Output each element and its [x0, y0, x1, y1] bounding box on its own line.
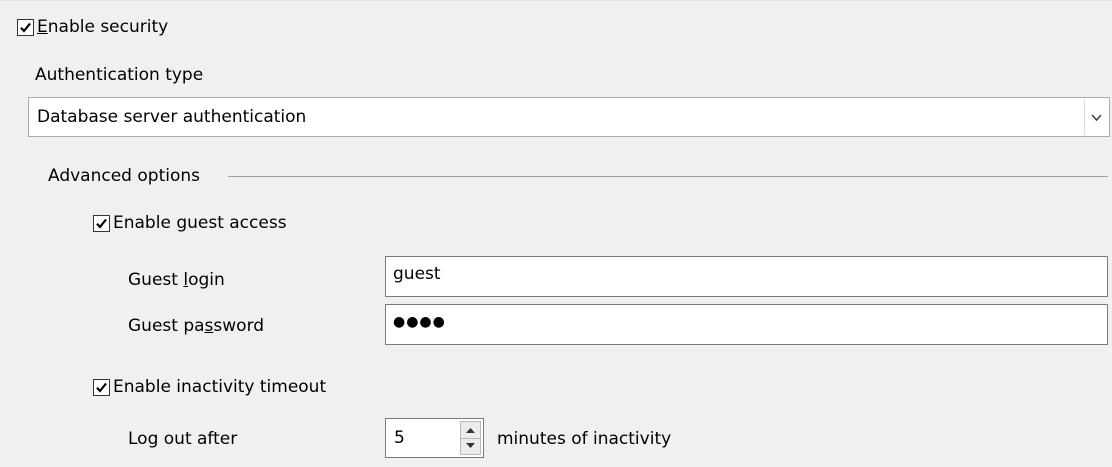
chevron-down-icon [1091, 114, 1102, 122]
log-out-after-label: Log out after [128, 429, 238, 449]
guest-password-label: Guest password [128, 316, 265, 336]
guest-password-value: ●●●● [393, 314, 446, 330]
enable-inactivity-timeout-label: Enable inactivity timeout [113, 377, 327, 397]
minutes-of-inactivity-label: minutes of inactivity [497, 429, 672, 449]
authentication-type-select[interactable]: Database server authentication [28, 97, 1110, 137]
enable-inactivity-timeout-checkbox[interactable] [93, 379, 110, 396]
enable-security-checkbox[interactable] [17, 19, 34, 36]
advanced-options-divider [228, 176, 1108, 177]
guest-login-input[interactable]: guest [385, 256, 1108, 297]
enable-security-checkbox-row[interactable]: Enable security [17, 16, 217, 40]
security-settings-panel: Enable security Authentication type Data… [0, 0, 1112, 467]
authentication-type-value: Database server authentication [37, 107, 307, 127]
enable-guest-access-checkbox[interactable] [93, 215, 110, 232]
spin-down-button[interactable] [461, 438, 480, 454]
enable-security-label: Enable security [37, 17, 169, 37]
spin-up-button[interactable] [461, 422, 480, 439]
enable-guest-access-row[interactable]: Enable guest access [93, 212, 333, 236]
spin-up-icon [466, 428, 475, 433]
checkmark-icon [96, 382, 107, 393]
guest-password-input[interactable]: ●●●● [385, 304, 1108, 345]
advanced-options-label: Advanced options [48, 166, 200, 186]
inactivity-minutes-value: 5 [394, 428, 405, 448]
authentication-type-label: Authentication type [35, 65, 204, 85]
dropdown-button[interactable] [1084, 99, 1108, 135]
inactivity-minutes-spinner[interactable]: 5 [385, 418, 484, 458]
spin-buttons [460, 421, 481, 455]
guest-login-label: Guest login [128, 270, 225, 290]
spin-down-icon [466, 443, 475, 448]
checkmark-icon [96, 218, 107, 229]
enable-inactivity-timeout-row[interactable]: Enable inactivity timeout [93, 376, 373, 400]
enable-guest-access-label: Enable guest access [113, 213, 287, 233]
checkmark-icon [20, 22, 31, 33]
guest-login-value: guest [393, 264, 441, 284]
